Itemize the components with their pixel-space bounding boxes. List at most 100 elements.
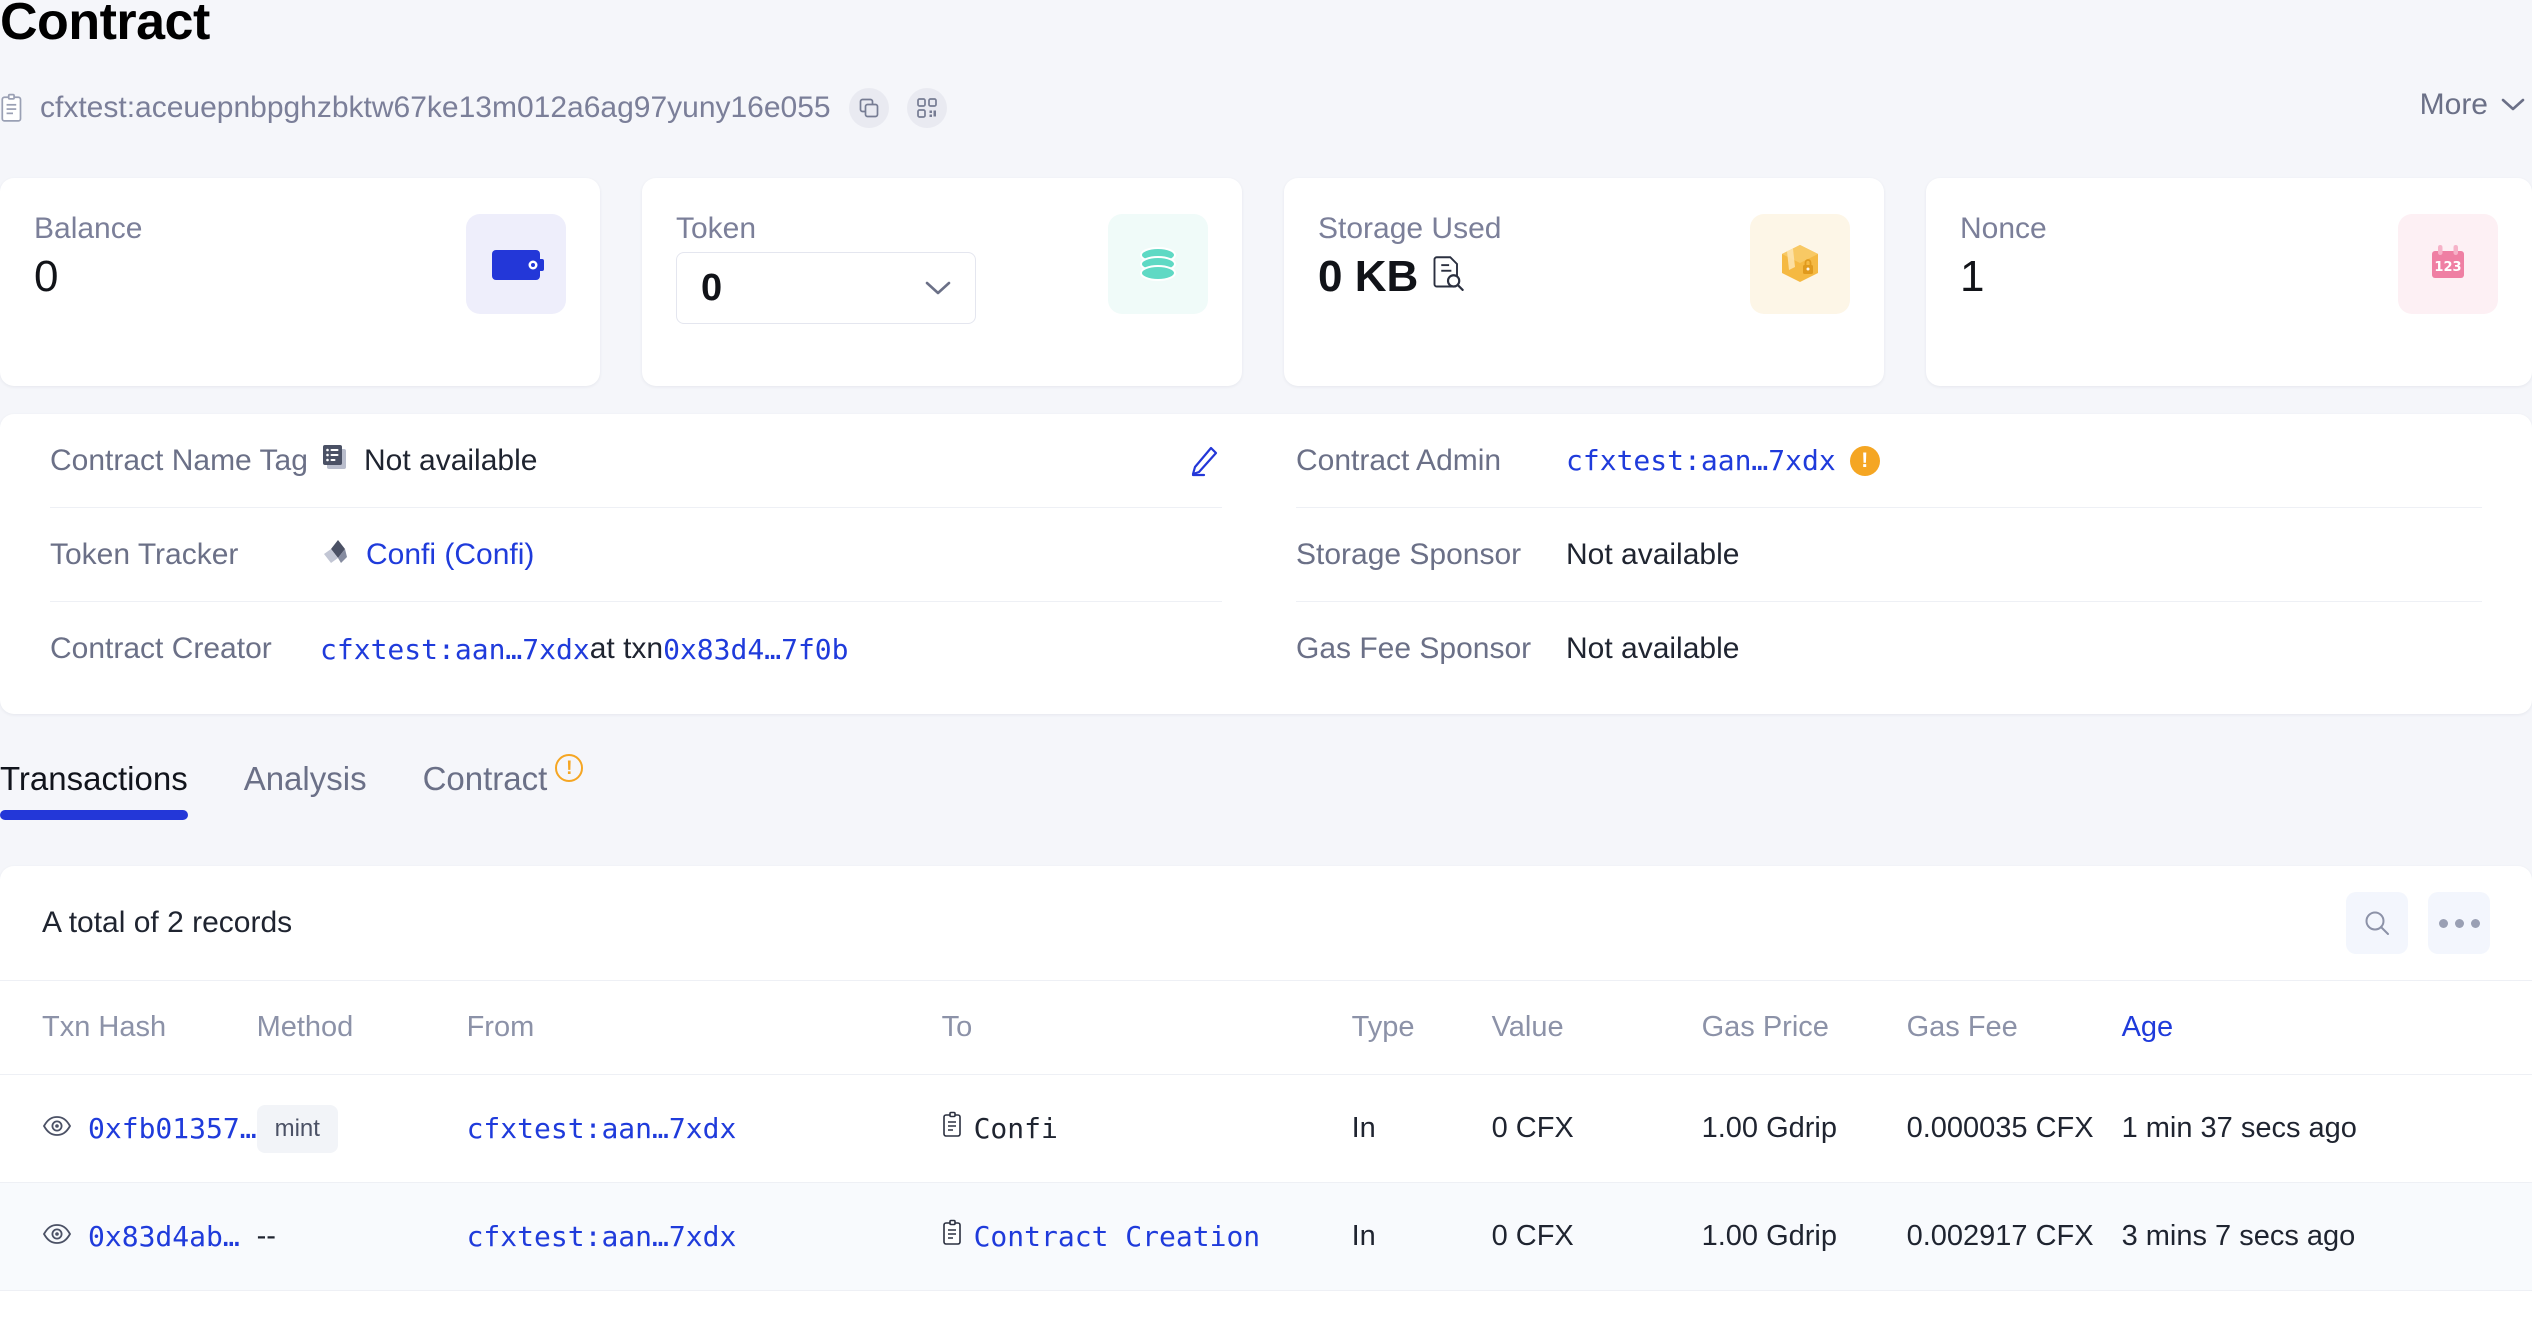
copy-icon[interactable] [848, 88, 889, 128]
column-method: Method [256, 980, 467, 1075]
table-row[interactable]: 0x83d4ab… -- cfxtest:aan…7xdx Contract C… [0, 1182, 2532, 1291]
cell-age: 3 mins 7 secs ago [2121, 1182, 2532, 1291]
info-value: cfxtest:aan…7xdx at txn 0x83d4…7f0b [320, 632, 849, 666]
table-toolbar: A total of 2 records [0, 866, 2532, 980]
cell-gas-price: 1.00 Gdrip [1701, 1074, 1907, 1183]
cell-value: 0 CFX [1491, 1182, 1702, 1291]
column-age[interactable]: Age [2121, 980, 2532, 1075]
contract-doc-icon [942, 1219, 966, 1255]
eye-icon[interactable] [42, 1112, 72, 1145]
method-tag: mint [256, 1104, 338, 1153]
doc-search-icon[interactable] [1432, 252, 1464, 302]
info-value: Not available [320, 442, 537, 480]
transactions-table-panel: A total of 2 records Txn Hash Method Fro… [0, 866, 2532, 1342]
column-value: Value [1491, 980, 1702, 1075]
contract-creator-separator: at txn [589, 632, 664, 665]
info-row-token-tracker: Token Tracker Confi (Confi) [50, 508, 1222, 602]
card-nonce: Nonce 1 123 [1926, 178, 2532, 386]
storage-sponsor-value: Not available [1566, 537, 1740, 571]
cell-method: mint [256, 1074, 467, 1183]
server-stack-icon [320, 442, 350, 480]
warning-badge-icon[interactable]: ! [1849, 445, 1880, 476]
contract-admin-link[interactable]: cfxtest:aan…7xdx [1566, 444, 1836, 477]
tab-contract[interactable]: Contract ! [422, 754, 584, 820]
wallet-icon [466, 214, 566, 314]
contract-creator-txn-link[interactable]: 0x83d4…7f0b [663, 633, 848, 666]
contract-info-right: Contract Admin cfxtest:aan…7xdx ! Storag… [1266, 414, 2532, 714]
info-key: Contract Name Tag [50, 443, 308, 477]
warning-circle-icon: ! [555, 754, 584, 782]
table-header: Txn Hash Method From To Type Value Gas P… [0, 980, 2532, 1075]
token-tracker-icon [320, 535, 352, 575]
cell-gas-price: 1.00 Gdrip [1701, 1182, 1907, 1291]
calendar-123-icon: 123 [2398, 214, 2498, 314]
from-address-link[interactable]: cfxtest:aan…7xdx [467, 1220, 737, 1253]
cell-txn-hash: 0xfb01357… [0, 1074, 257, 1183]
column-from: From [466, 980, 942, 1075]
info-row-gas-fee-sponsor: Gas Fee Sponsor Not available [1296, 602, 2482, 696]
column-gas-fee: Gas Fee [1906, 980, 2122, 1075]
qrcode-icon[interactable] [906, 88, 947, 128]
content-tabs: Transactions Analysis Contract ! [0, 754, 584, 850]
cell-method: -- [256, 1182, 467, 1291]
gas-fee-sponsor-value: Not available [1566, 632, 1740, 665]
info-row-contract-creator: Contract Creator cfxtest:aan…7xdx at txn… [50, 602, 1222, 696]
contract-page: Contract cfxtest:aceuepnbpghzbktw67ke13m… [0, 0, 2532, 1342]
tab-analysis[interactable]: Analysis [244, 760, 367, 820]
cell-to: Contract Creation [941, 1182, 1352, 1291]
cell-type: In [1351, 1074, 1492, 1183]
cell-type: In [1351, 1182, 1492, 1291]
token-select-value: 0 [701, 266, 723, 309]
cell-from: cfxtest:aan…7xdx [466, 1182, 942, 1291]
table-header-row: Txn Hash Method From To Type Value Gas P… [0, 980, 2532, 1075]
chevron-down-icon [2501, 98, 2525, 111]
tab-transactions-label: Transactions [0, 760, 188, 797]
pencil-icon[interactable] [1184, 442, 1222, 485]
to-link[interactable]: Contract Creation [974, 1220, 1261, 1253]
svg-text:123: 123 [2434, 260, 2461, 275]
info-row-contract-name-tag: Contract Name Tag Not available [50, 414, 1222, 508]
card-storage-value: 0 KB [1318, 252, 1419, 301]
info-row-storage-sponsor: Storage Sponsor Not available [1296, 508, 2482, 602]
table-actions [2346, 892, 2490, 954]
search-icon[interactable] [2346, 892, 2408, 954]
contract-creator-address-link[interactable]: cfxtest:aan…7xdx [320, 633, 590, 666]
card-storage-used: Storage Used 0 KB [1284, 178, 1884, 386]
ellipsis-dots [2438, 918, 2480, 928]
tab-contract-label: Contract [422, 760, 548, 797]
ellipsis-icon[interactable] [2428, 892, 2490, 954]
table-row[interactable]: 0xfb01357… mint cfxtest:aan…7xdx Confi I… [0, 1074, 2532, 1183]
more-button[interactable]: More [2420, 88, 2526, 122]
txn-hash-link[interactable]: 0x83d4ab… [88, 1220, 240, 1253]
cell-gas-fee: 0.002917 CFX [1906, 1182, 2122, 1291]
eye-icon[interactable] [42, 1220, 72, 1253]
tab-transactions[interactable]: Transactions [0, 760, 188, 820]
info-key: Contract Admin [1296, 443, 1502, 477]
contract-name-tag-value: Not available [364, 443, 538, 477]
contract-doc-icon [942, 1111, 966, 1147]
info-key: Contract Creator [50, 632, 272, 665]
card-balance: Balance 0 [0, 178, 600, 386]
info-value: cfxtest:aan…7xdx ! [1566, 444, 1880, 477]
column-type: Type [1351, 980, 1492, 1075]
cell-age: 1 min 37 secs ago [2121, 1074, 2532, 1183]
records-count: A total of 2 records [42, 906, 293, 939]
contract-doc-icon [0, 93, 26, 123]
column-txn-hash: Txn Hash [0, 980, 257, 1075]
table-body: 0xfb01357… mint cfxtest:aan…7xdx Confi I… [0, 1074, 2532, 1291]
chevron-down-icon [925, 281, 951, 295]
txn-hash-link[interactable]: 0xfb01357… [88, 1112, 257, 1145]
column-to: To [941, 980, 1352, 1075]
token-select[interactable]: 0 [676, 252, 976, 324]
cell-value: 0 CFX [1491, 1074, 1702, 1183]
cell-gas-fee: 0.000035 CFX [1906, 1074, 2122, 1183]
info-row-contract-admin: Contract Admin cfxtest:aan…7xdx ! [1296, 414, 2482, 508]
cell-from: cfxtest:aan…7xdx [466, 1074, 942, 1183]
page-title: Contract [0, 0, 210, 51]
coins-icon [1108, 214, 1208, 314]
stat-cards: Balance 0 Token 0 Storage Used 0 KB Nonc… [0, 178, 2532, 386]
token-tracker-link[interactable]: Confi (Confi) [366, 538, 534, 572]
cell-to: Confi [941, 1074, 1352, 1183]
info-value: Confi (Confi) [320, 535, 534, 575]
from-address-link[interactable]: cfxtest:aan…7xdx [467, 1112, 737, 1145]
